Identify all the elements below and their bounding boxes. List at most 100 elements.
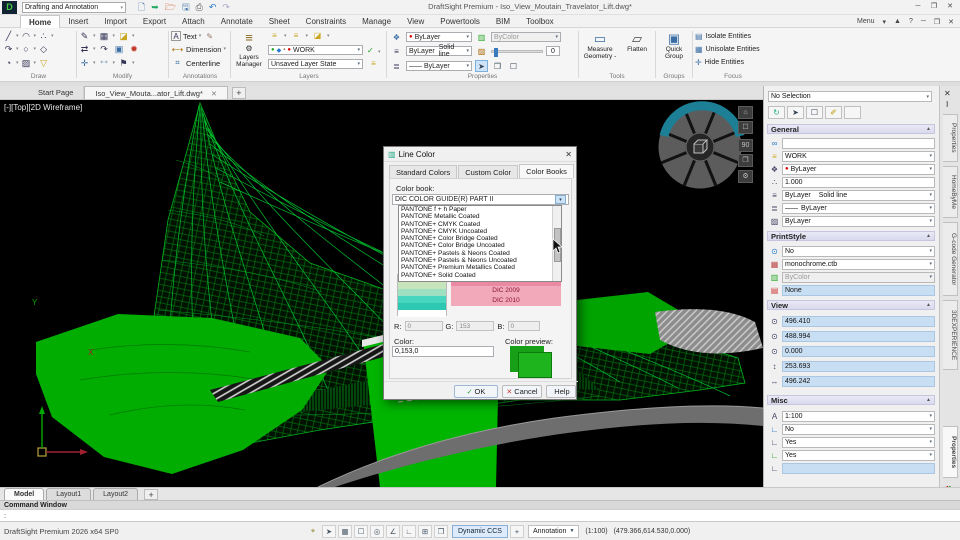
layer-iso-icon[interactable]: ≡: [290, 31, 303, 40]
close-tab-icon[interactable]: ✕: [211, 91, 217, 98]
minimize-icon[interactable]: ─: [910, 1, 926, 13]
layer-field[interactable]: WORK ▾: [782, 150, 935, 162]
chevron-down-icon[interactable]: ▾: [113, 33, 116, 39]
annotation-scale-combo[interactable]: Annotation ▼: [527, 524, 580, 538]
redo-icon[interactable]: ↷: [222, 2, 230, 13]
nav-rotate90-button[interactable]: 90: [738, 139, 753, 152]
dropdown-item[interactable]: PANTONE+ CMYK Coated: [399, 221, 552, 228]
color-book-combo[interactable]: DIC COLOR GUIDE(R) PART II ▾: [392, 194, 569, 205]
dropdown-item[interactable]: PANTONE+ Pastels & Neons Coated: [399, 250, 552, 257]
solid-icon[interactable]: ▣: [113, 44, 126, 55]
spline-icon[interactable]: ↷: [2, 44, 15, 55]
arc-icon[interactable]: ◠: [20, 31, 33, 42]
tab-custom-color[interactable]: Custom Color: [458, 165, 519, 178]
linecolor-field[interactable]: ● ByLayer ▾: [782, 163, 935, 175]
quick-group-button[interactable]: ▣ Quick Group: [658, 31, 690, 61]
hatch-icon[interactable]: ▨: [20, 58, 33, 69]
new-sheet-button[interactable]: +: [144, 489, 159, 500]
section-general[interactable]: General ▲: [767, 124, 935, 134]
print-field[interactable]: No ▾: [782, 245, 935, 257]
command-input[interactable]: :: [0, 509, 960, 521]
new-file-icon[interactable]: 🗋: [138, 0, 145, 16]
side-tab-gcode[interactable]: G-code Generator: [943, 222, 958, 296]
section-printstyle[interactable]: PrintStyle ▲: [767, 231, 935, 241]
dropdown-item[interactable]: PANTONE+ Solid Coated: [399, 272, 552, 279]
transparency-field[interactable]: ByLayer ▾: [782, 215, 935, 227]
tab-home[interactable]: Home: [20, 14, 61, 28]
tab-toolbox[interactable]: Toolbox: [518, 15, 562, 28]
match-properties-button[interactable]: ➤: [475, 60, 488, 72]
linestyle-field[interactable]: ByLayer Solid line ▾: [782, 189, 935, 201]
lineweight-combo[interactable]: —— ByLayer ▾: [406, 61, 472, 71]
palette-close-icon[interactable]: ✕: [944, 89, 951, 98]
tab-import[interactable]: Import: [96, 15, 135, 28]
select-window-button[interactable]: ☐: [806, 106, 823, 119]
tab-powertools[interactable]: Powertools: [432, 15, 488, 28]
point-icon[interactable]: ∴: [37, 31, 50, 42]
collapse-icon[interactable]: ▲: [926, 126, 931, 132]
active-layer-combo[interactable]: ● ◆ ▪ ● WORK ▾: [268, 45, 363, 55]
side-tab-homebyme[interactable]: HomeByMe: [943, 166, 958, 218]
view-y-field[interactable]: 488.994: [782, 330, 935, 342]
doc-restore-icon[interactable]: ❐: [934, 18, 940, 26]
tab-start-page[interactable]: Start Page: [28, 86, 85, 99]
collapse-icon[interactable]: ▲: [926, 397, 931, 403]
open-file-icon[interactable]: ➥: [151, 2, 159, 13]
open2-icon[interactable]: 🗁: [165, 0, 176, 16]
isolate-entities-button[interactable]: ▤ Isolate Entities: [695, 30, 771, 43]
misc-field-3[interactable]: Yes ▾: [782, 449, 935, 461]
chevron-down-icon[interactable]: ▾: [34, 33, 37, 39]
chevron-down-icon[interactable]: ▾: [34, 46, 37, 52]
chevron-down-icon[interactable]: ▾: [16, 46, 19, 52]
flatten-button[interactable]: ▱ Flatten: [622, 31, 652, 53]
explode-icon[interactable]: ✹: [128, 44, 141, 55]
color-row[interactable]: DIC 2009: [451, 286, 561, 296]
measure-geometry-button[interactable]: ▭ Measure Geometry -: [582, 31, 618, 61]
dimension-button[interactable]: ⟷ Dimension ▾: [171, 42, 229, 56]
new-tab-button[interactable]: +: [231, 86, 246, 99]
color-row[interactable]: DIC 2010: [451, 296, 561, 306]
linestyle-combo[interactable]: ByLayer Solid line ▾: [406, 44, 472, 58]
tab-annotate[interactable]: Annotate: [213, 15, 261, 28]
drawing-canvas[interactable]: [-][Top][2D Wireframe] Y X ⌂ ☐ 90 ❐ ⚙: [0, 100, 764, 488]
pattern-icon[interactable]: ▦: [98, 31, 111, 42]
annotation-scale-field[interactable]: 1:100 ▾: [782, 410, 935, 422]
pointer-filter-icon[interactable]: ⌖: [306, 525, 320, 538]
layer-off-icon[interactable]: ◪: [311, 31, 324, 40]
selection-combo[interactable]: No Selection ▾: [768, 91, 932, 102]
tab-layout1[interactable]: Layout1: [46, 488, 92, 500]
chevron-down-icon[interactable]: ▾: [51, 33, 54, 39]
printstyle-color-field[interactable]: ByColor ▾: [782, 271, 935, 283]
chevron-down-icon[interactable]: ▾: [306, 33, 309, 39]
ellipse-icon[interactable]: ○: [20, 44, 33, 54]
palette-pin-icon[interactable]: Ⅰ: [946, 100, 948, 109]
section-view[interactable]: View ▲: [767, 300, 935, 310]
transparency-value[interactable]: 0: [546, 46, 560, 56]
edit-icon[interactable]: ✎: [78, 31, 91, 42]
ortho-toggle-icon[interactable]: ◎: [370, 524, 384, 538]
tab-drawing[interactable]: Iso_View_Mouta...ator_Lift.dwg* ✕: [84, 86, 228, 99]
stretch-icon[interactable]: ⇄: [78, 44, 91, 55]
side-tab-3dexperience[interactable]: 3DEXPERIENCE: [943, 300, 958, 370]
pin-tool-icon[interactable]: ⚑: [117, 58, 130, 69]
lineweight-toggle-icon[interactable]: ❐: [434, 524, 448, 538]
side-tab-properties-active[interactable]: Properties: [943, 426, 958, 478]
transparency-slider[interactable]: [491, 47, 543, 57]
tab-view[interactable]: View: [399, 15, 432, 28]
tab-layout2[interactable]: Layout2: [93, 488, 139, 500]
layer-check-icon[interactable]: ✓: [367, 46, 374, 55]
chevron-down-icon[interactable]: ▾: [378, 49, 381, 55]
combo-arrow-icon[interactable]: ▾: [555, 195, 566, 204]
chevron-down-icon[interactable]: ▾: [327, 33, 330, 39]
print-icon[interactable]: ⎙: [196, 2, 203, 13]
move-icon[interactable]: ✛: [78, 58, 91, 69]
tab-standard-colors[interactable]: Standard Colors: [389, 165, 458, 178]
circle-icon[interactable]: ◔: [2, 58, 15, 68]
hide-entities-button[interactable]: ✛ Hide Entities: [695, 56, 771, 69]
layer-state-combo[interactable]: Unsaved Layer State ▾: [268, 59, 363, 69]
layer-prev-icon[interactable]: ≡: [268, 31, 281, 40]
workspace-selector[interactable]: Drafting and Annotation ▾: [22, 2, 126, 13]
tab-color-books[interactable]: Color Books: [519, 164, 574, 178]
chevron-down-icon[interactable]: ▾: [132, 60, 135, 66]
view-height-field[interactable]: 253.693: [782, 360, 935, 372]
